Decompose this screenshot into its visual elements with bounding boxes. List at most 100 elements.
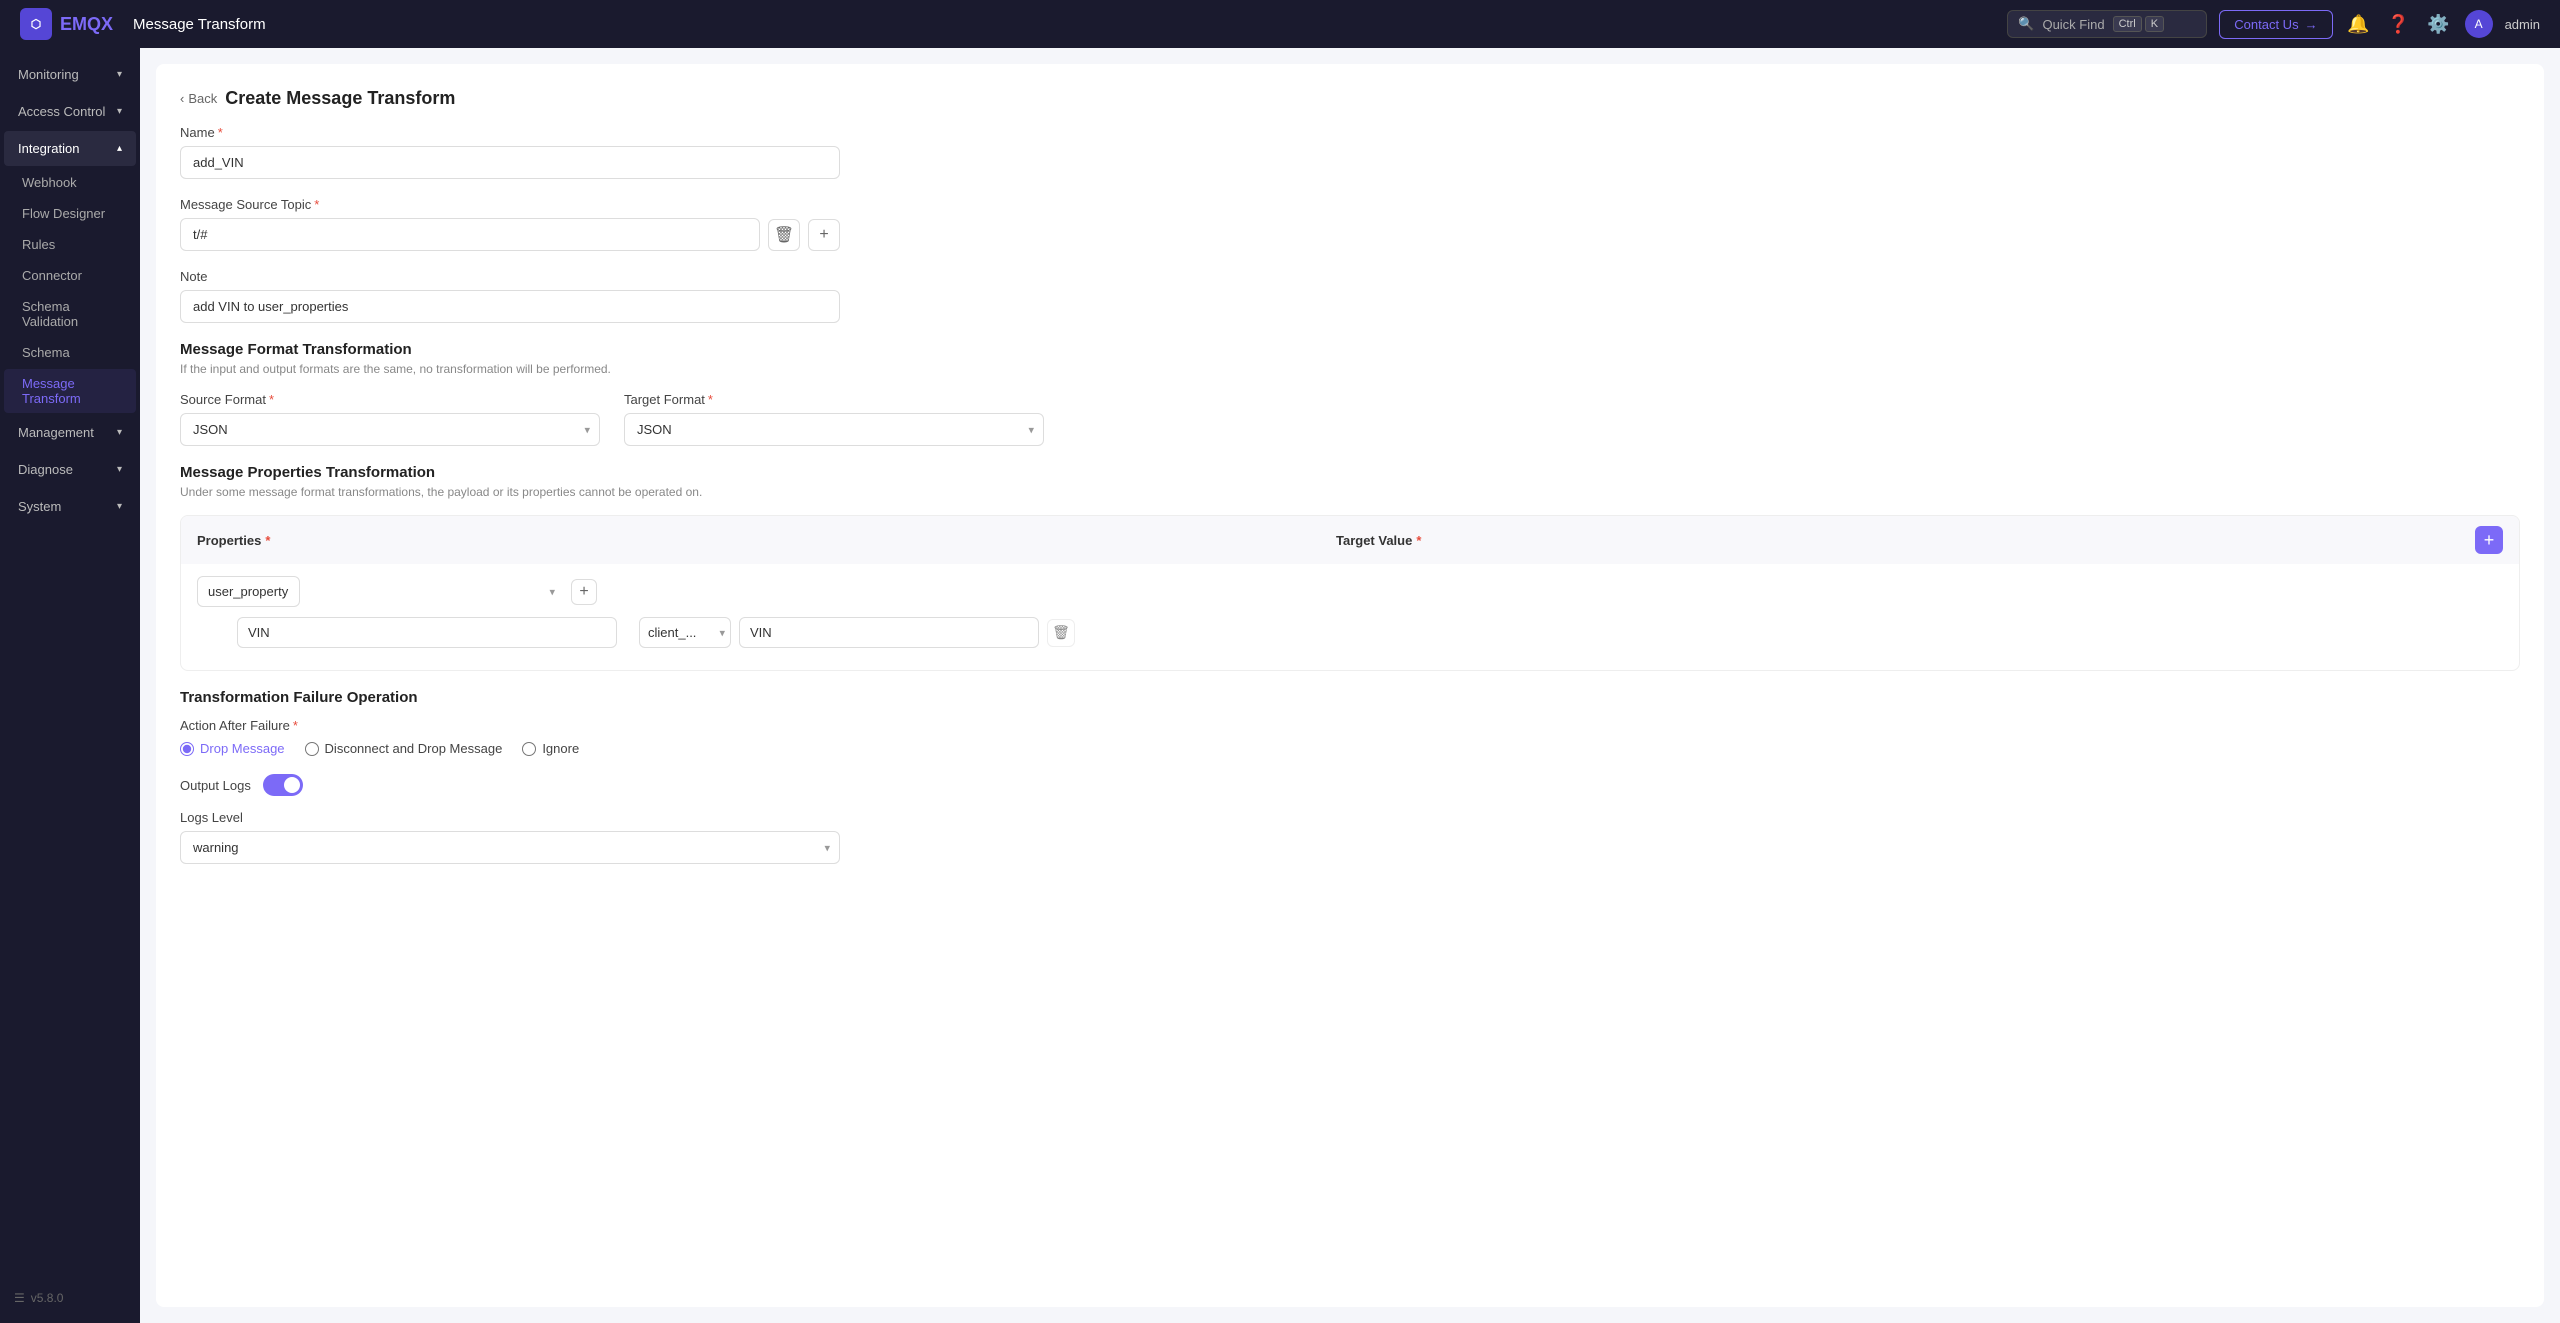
props-col-header: Properties * bbox=[197, 533, 1336, 548]
chevron-icon: ▾ bbox=[117, 69, 122, 80]
delete-row-button[interactable]: 🗑 bbox=[1047, 619, 1075, 647]
sidebar-sub-connector[interactable]: Connector bbox=[4, 261, 136, 290]
source-topic-group: Message Source Topic * 🗑 + bbox=[180, 197, 2520, 251]
note-input[interactable] bbox=[180, 290, 840, 323]
quick-find-label: Quick Find bbox=[2042, 17, 2104, 32]
back-button[interactable]: ‹ Back bbox=[180, 91, 217, 106]
name-group: Name * bbox=[180, 125, 2520, 179]
radio-disconnect-drop-input[interactable] bbox=[305, 742, 319, 756]
sidebar-sub-rules[interactable]: Rules bbox=[4, 230, 136, 259]
logs-level-select-wrap: debug info warning error ▾ bbox=[180, 831, 840, 864]
radio-drop-message-input[interactable] bbox=[180, 742, 194, 756]
back-arrow-icon: ‹ bbox=[180, 91, 184, 106]
target-format-select[interactable]: JSON Avro bbox=[624, 413, 1044, 446]
trash-icon: 🗑 bbox=[774, 225, 794, 245]
name-input[interactable] bbox=[180, 146, 840, 179]
sidebar-sub-flow-designer[interactable]: Flow Designer bbox=[4, 199, 136, 228]
props-body: user_property topic payload ▾ + bbox=[181, 564, 2519, 670]
quick-find-keys: Ctrl K bbox=[2113, 16, 2164, 32]
delete-topic-button[interactable]: 🗑 bbox=[768, 219, 800, 251]
quick-find-bar[interactable]: 🔍 Quick Find Ctrl K bbox=[2007, 10, 2207, 38]
key-k: K bbox=[2145, 16, 2164, 32]
sidebar-sub-schema[interactable]: Schema bbox=[4, 338, 136, 367]
radio-group: Drop Message Disconnect and Drop Message… bbox=[180, 741, 2520, 756]
radio-drop-message[interactable]: Drop Message bbox=[180, 741, 285, 756]
source-topic-input[interactable] bbox=[180, 218, 760, 251]
webhook-label: Webhook bbox=[22, 175, 77, 190]
required-star: * bbox=[1416, 533, 1421, 548]
failure-section: Transformation Failure Operation Action … bbox=[180, 689, 2520, 756]
format-section-desc: If the input and output formats are the … bbox=[180, 362, 2520, 376]
name-label: Name * bbox=[180, 125, 2520, 140]
key-ctrl: Ctrl bbox=[2113, 16, 2142, 32]
sidebar-item-access-control[interactable]: Access Control ▾ bbox=[4, 94, 136, 129]
source-format-select[interactable]: JSON Avro bbox=[180, 413, 600, 446]
radio-ignore-input[interactable] bbox=[522, 742, 536, 756]
radio-disconnect-drop[interactable]: Disconnect and Drop Message bbox=[305, 741, 503, 756]
contact-us-button[interactable]: Contact Us → bbox=[2219, 10, 2332, 39]
schema-validation-label: Schema Validation bbox=[22, 299, 118, 329]
header-right: 🔍 Quick Find Ctrl K Contact Us → 🔔 ❓ ⚙️ … bbox=[2007, 10, 2540, 39]
required-star: * bbox=[293, 718, 298, 733]
target-format-col: Target Format * JSON Avro ▾ bbox=[624, 392, 1044, 446]
sidebar-item-monitoring[interactable]: Monitoring ▾ bbox=[4, 57, 136, 92]
sidebar-item-system[interactable]: System ▾ bbox=[4, 489, 136, 524]
sidebar-item-diagnose[interactable]: Diagnose ▾ bbox=[4, 452, 136, 487]
plus-icon: + bbox=[819, 226, 828, 244]
avatar[interactable]: A bbox=[2465, 10, 2493, 38]
version-label: v5.8.0 bbox=[31, 1291, 64, 1305]
client-select-wrap: client_... client_id username ▾ bbox=[639, 617, 731, 648]
failure-section-title: Transformation Failure Operation bbox=[180, 689, 2520, 706]
output-logs-label: Output Logs bbox=[180, 778, 251, 793]
drop-message-label: Drop Message bbox=[200, 741, 285, 756]
logo-text: EMQX bbox=[60, 14, 113, 35]
notification-icon[interactable]: 🔔 bbox=[2345, 10, 2373, 38]
admin-label: admin bbox=[2505, 17, 2540, 32]
chevron-icon: ▾ bbox=[117, 464, 122, 475]
chevron-down-icon: ▾ bbox=[549, 585, 555, 598]
sidebar-sub-schema-validation[interactable]: Schema Validation bbox=[4, 292, 136, 336]
sidebar-sub-webhook[interactable]: Webhook bbox=[4, 168, 136, 197]
target-value-input[interactable] bbox=[739, 617, 1039, 648]
property-type-select[interactable]: user_property topic payload bbox=[197, 576, 300, 607]
main-content: ‹ Back Create Message Transform Name * M… bbox=[140, 48, 2560, 1323]
note-group: Note bbox=[180, 269, 2520, 323]
logs-level-select[interactable]: debug info warning error bbox=[180, 831, 840, 864]
settings-icon[interactable]: ⚙️ bbox=[2425, 10, 2453, 38]
chevron-icon: ▾ bbox=[117, 501, 122, 512]
action-after-failure-label: Action After Failure * bbox=[180, 718, 2520, 733]
rules-label: Rules bbox=[22, 237, 55, 252]
client-attr-select[interactable]: client_... client_id username bbox=[639, 617, 731, 648]
logo-icon: ⬡ bbox=[20, 8, 52, 40]
required-star: * bbox=[708, 392, 713, 407]
arrow-icon: → bbox=[2305, 17, 2318, 32]
collapse-icon[interactable]: ☰ bbox=[14, 1291, 25, 1305]
back-row: ‹ Back Create Message Transform bbox=[180, 88, 2520, 109]
action-after-failure-group: Action After Failure * Drop Message Disc… bbox=[180, 718, 2520, 756]
schema-label: Schema bbox=[22, 345, 70, 360]
target-format-label: Target Format * bbox=[624, 392, 1044, 407]
output-logs-row: Output Logs bbox=[180, 774, 2520, 796]
properties-table: Properties * Target Value * + bbox=[180, 515, 2520, 671]
help-icon[interactable]: ❓ bbox=[2385, 10, 2413, 38]
add-topic-button[interactable]: + bbox=[808, 219, 840, 251]
chevron-icon: ▾ bbox=[117, 427, 122, 438]
output-logs-toggle[interactable] bbox=[263, 774, 303, 796]
required-star: * bbox=[314, 197, 319, 212]
add-property-button[interactable]: + bbox=[2475, 526, 2503, 554]
sidebar-item-integration[interactable]: Integration ▴ bbox=[4, 131, 136, 166]
required-star: * bbox=[269, 392, 274, 407]
radio-ignore[interactable]: Ignore bbox=[522, 741, 579, 756]
source-format-label: Source Format * bbox=[180, 392, 600, 407]
disconnect-drop-label: Disconnect and Drop Message bbox=[325, 741, 503, 756]
sidebar-item-management[interactable]: Management ▾ bbox=[4, 415, 136, 450]
property-key-input[interactable] bbox=[237, 617, 617, 648]
props-section: Message Properties Transformation Under … bbox=[180, 464, 2520, 671]
contact-us-label: Contact Us bbox=[2234, 17, 2298, 32]
props-section-title: Message Properties Transformation bbox=[180, 464, 2520, 481]
source-format-select-wrap: JSON Avro ▾ bbox=[180, 413, 600, 446]
message-transform-label: Message Transform bbox=[22, 376, 118, 406]
add-subprop-button[interactable]: + bbox=[571, 579, 597, 605]
property-row: user_property topic payload ▾ + bbox=[197, 576, 2503, 607]
sidebar-sub-message-transform[interactable]: Message Transform bbox=[4, 369, 136, 413]
